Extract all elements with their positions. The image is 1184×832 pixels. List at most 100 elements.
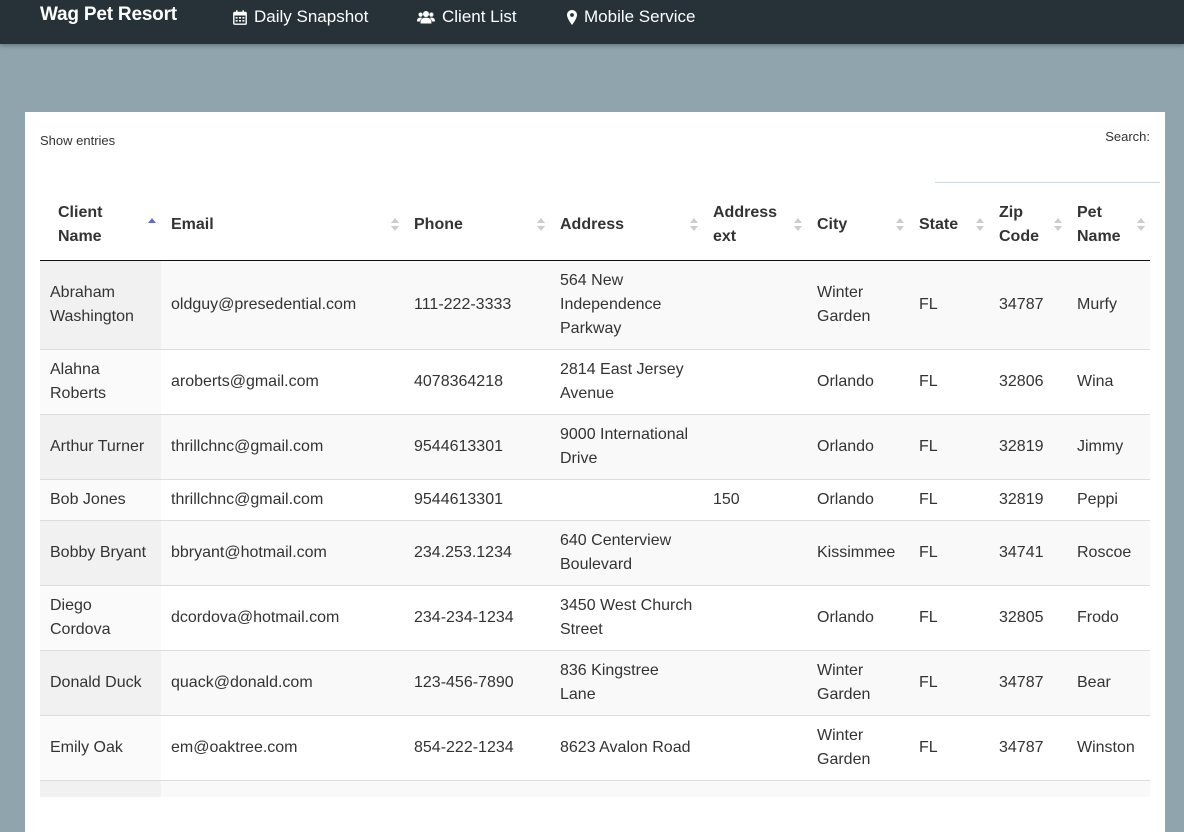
client-name-cell: Bob Jones (40, 479, 161, 521)
table-row[interactable]: Diego Cordova dcordova@hotmail.com 234-234… (40, 585, 1150, 651)
sort-icon (1137, 218, 1145, 232)
email-cell (161, 780, 404, 797)
client-name-cell (40, 780, 161, 797)
client-name-cell: Abraham Washington (40, 260, 161, 350)
city-cell: Orlando (807, 585, 909, 651)
search-label: Search: (1105, 129, 1150, 144)
phone-cell: 234-234-1234 (404, 585, 550, 651)
pet-name-cell: Jimmy (1067, 414, 1150, 480)
calendar-icon (233, 9, 247, 25)
pet-name-cell: Bear (1067, 650, 1150, 716)
client-name-cell: Arthur Turner (40, 414, 161, 480)
city-cell: Winter Garden (807, 650, 909, 716)
column-header-label: Zip Code (999, 204, 1039, 245)
column-header-label: Address (560, 216, 625, 233)
address-ext-cell: 150 (703, 479, 807, 521)
address-cell (550, 479, 703, 521)
address-ext-cell (703, 260, 807, 350)
phone-cell: 123-456-7890 (404, 650, 550, 716)
top-navbar: Wag Pet Resort Daily Snapshot Client Lis… (0, 0, 1184, 44)
pet-name-cell: Winston (1067, 715, 1150, 781)
sort-icon (690, 218, 698, 232)
email-cell: oldguy@presedential.com (161, 260, 404, 350)
address-ext-cell (703, 585, 807, 651)
email-cell: quack@donald.com (161, 650, 404, 716)
sort-icon (537, 218, 545, 232)
map-marker-icon (567, 9, 577, 25)
address-cell: 9000 International Drive (550, 414, 703, 480)
phone-cell: 9544613301 (404, 479, 550, 521)
column-header-address-ext[interactable]: Address ext (703, 190, 807, 261)
email-cell: dcordova@hotmail.com (161, 585, 404, 651)
search-input[interactable] (935, 152, 1160, 183)
client-name-cell: Alahna Roberts (40, 349, 161, 415)
sort-icon (1054, 218, 1062, 232)
phone-cell: 234.253.1234 (404, 520, 550, 586)
table-row[interactable]: Arthur Turner thrillchnc@gmail.com 9544613… (40, 414, 1150, 480)
column-header-client-name[interactable]: Client Name (40, 190, 161, 261)
client-name-cell: Donald Duck (40, 650, 161, 716)
pet-name-cell: Wina (1067, 349, 1150, 415)
phone-cell (404, 780, 550, 797)
sort-icon (896, 218, 904, 232)
city-cell: Winter Garden (807, 715, 909, 781)
zip-code-cell: 32819 (989, 414, 1067, 480)
nav-client-list[interactable]: Client List (417, 6, 517, 28)
table-row[interactable]: Abraham Washington oldguy@presedential.co… (40, 260, 1150, 350)
state-cell: FL (909, 349, 989, 415)
address-cell: 3450 West Church Street (550, 585, 703, 651)
table-header-row: Client Name Email Phone Address Address … (40, 190, 1150, 261)
table-row[interactable]: Bob Jones thrillchnc@gmail.com 9544613301 1… (40, 479, 1150, 521)
state-cell: FL (909, 479, 989, 521)
table-row[interactable]: Emily Oak em@oaktree.com 854-222-1234 8623 … (40, 715, 1150, 781)
zip-code-cell: 34787 (989, 260, 1067, 350)
zip-code-cell (989, 780, 1067, 797)
table-row[interactable]: Donald Duck quack@donald.com 123-456-7890 8… (40, 650, 1150, 716)
pet-name-cell: Murfy (1067, 260, 1150, 350)
client-list-card: Show entries Search: Client Name Email P… (25, 112, 1165, 832)
column-header-state[interactable]: State (909, 190, 989, 261)
state-cell: FL (909, 650, 989, 716)
column-header-label: Email (171, 216, 214, 233)
nav-mobile-service[interactable]: Mobile Service (567, 6, 696, 28)
column-header-email[interactable]: Email (161, 190, 404, 261)
nav-client-list-label: Client List (442, 7, 517, 26)
pet-name-cell (1067, 780, 1150, 797)
address-ext-cell (703, 349, 807, 415)
city-cell: Orlando (807, 414, 909, 480)
state-cell: FL (909, 260, 989, 350)
zip-code-cell: 32805 (989, 585, 1067, 651)
address-ext-cell (703, 650, 807, 716)
zip-code-cell: 34741 (989, 520, 1067, 586)
sort-icon (976, 218, 984, 232)
brand-logo[interactable]: Wag Pet Resort (40, 4, 177, 26)
email-cell: thrillchnc@gmail.com (161, 414, 404, 480)
address-ext-cell (703, 520, 807, 586)
state-cell: FL (909, 520, 989, 586)
phone-cell: 4078364218 (404, 349, 550, 415)
column-header-label: Pet Name (1077, 204, 1121, 245)
column-header-city[interactable]: City (807, 190, 909, 261)
pet-name-cell: Peppi (1067, 479, 1150, 521)
table-row[interactable]: Alahna Roberts aroberts@gmail.com 40783642… (40, 349, 1150, 415)
city-cell: Winter Garden (807, 260, 909, 350)
client-name-cell: Bobby Bryant (40, 520, 161, 586)
table-row[interactable]: Bobby Bryant bbryant@hotmail.com 234.253.1… (40, 520, 1150, 586)
nav-daily-snapshot[interactable]: Daily Snapshot (233, 6, 368, 28)
client-name-cell: Emily Oak (40, 715, 161, 781)
address-cell: 564 New Independence Parkway (550, 260, 703, 350)
city-cell: Orlando (807, 479, 909, 521)
column-header-zip-code[interactable]: Zip Code (989, 190, 1067, 261)
phone-cell: 9544613301 (404, 414, 550, 480)
column-header-pet-name[interactable]: Pet Name (1067, 190, 1150, 261)
column-header-address[interactable]: Address (550, 190, 703, 261)
column-header-label: City (817, 216, 848, 233)
nav-mobile-service-label: Mobile Service (584, 7, 696, 26)
address-cell: 836 Kingstree Lane (550, 650, 703, 716)
phone-cell: 854-222-1234 (404, 715, 550, 781)
column-header-phone[interactable]: Phone (404, 190, 550, 261)
email-cell: thrillchnc@gmail.com (161, 479, 404, 521)
zip-code-cell: 32806 (989, 349, 1067, 415)
table-row[interactable] (40, 780, 1150, 797)
city-cell: Orlando (807, 349, 909, 415)
